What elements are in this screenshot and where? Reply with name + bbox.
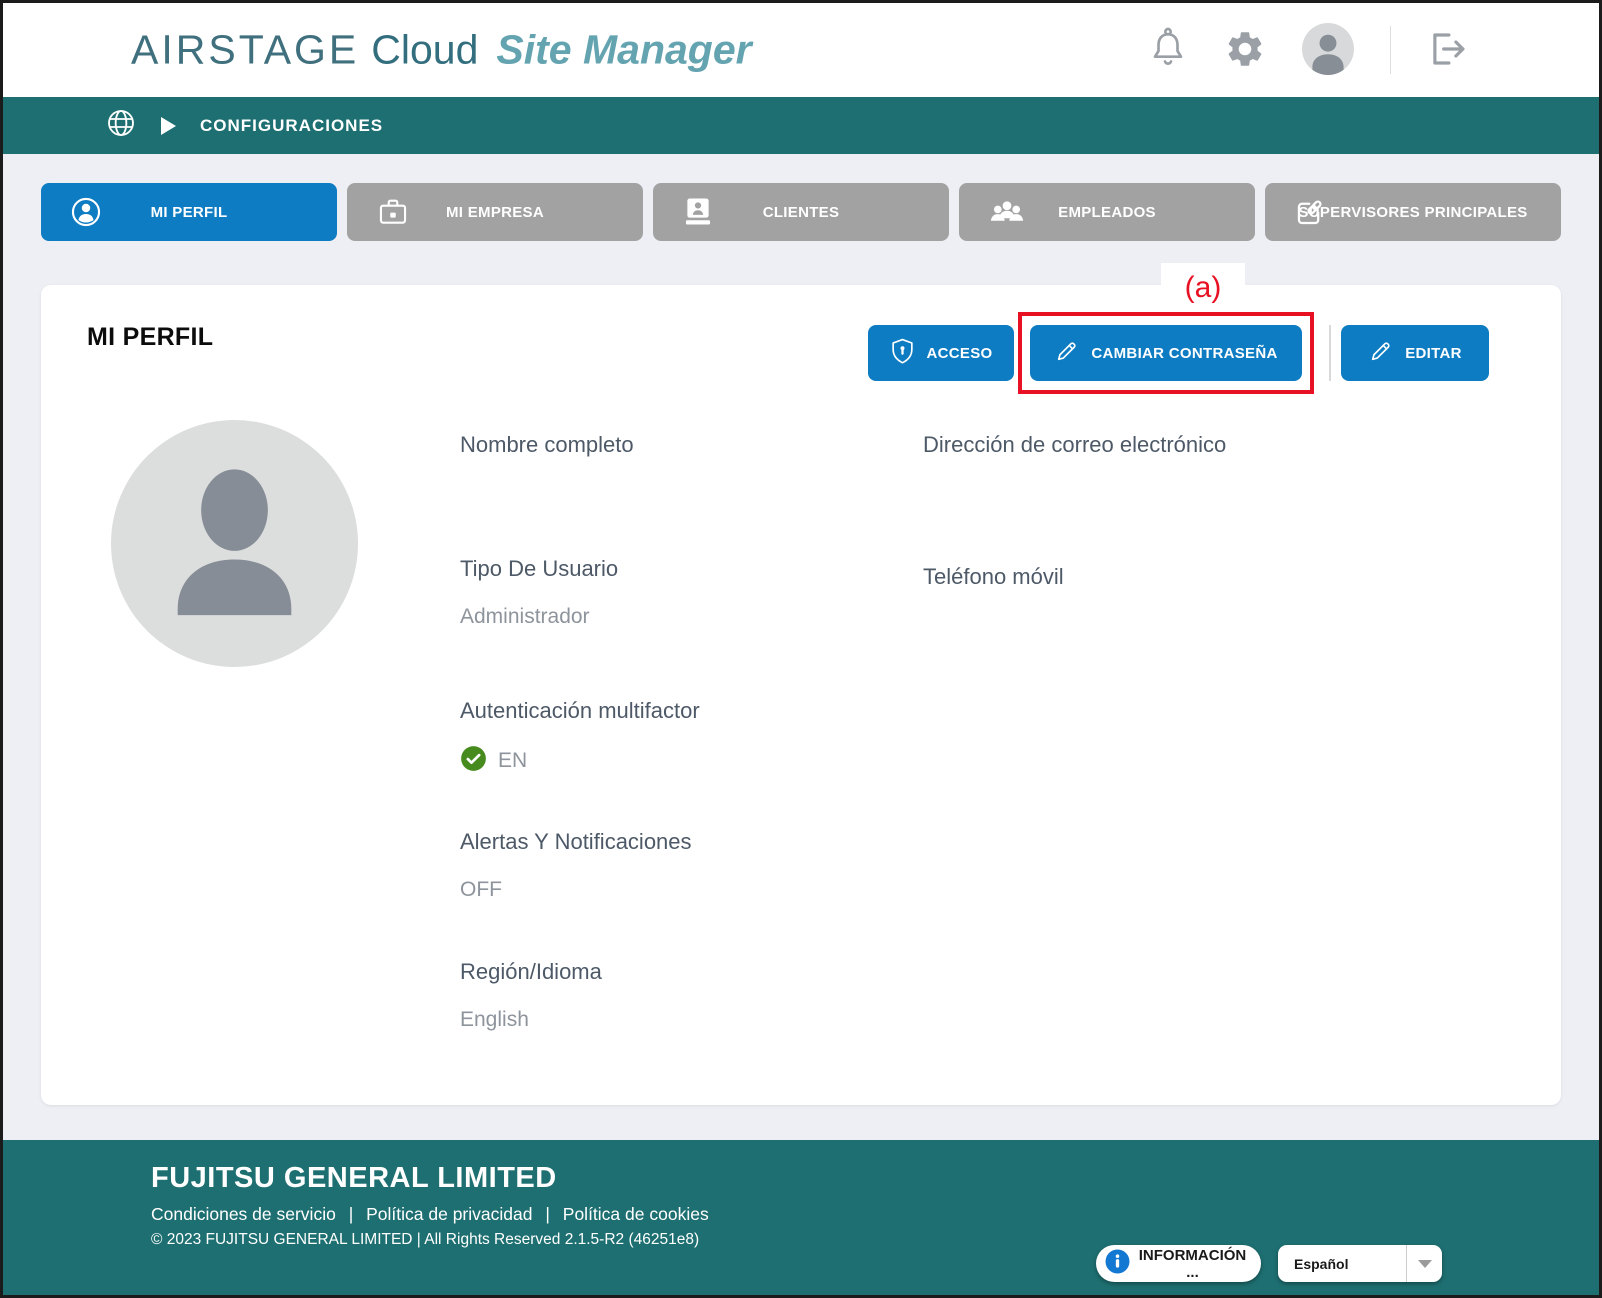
header-icon-group bbox=[1148, 3, 1469, 97]
field-region-idioma: Región/Idioma English bbox=[460, 959, 602, 1032]
tab-empleados[interactable]: EMPLEADOS bbox=[959, 183, 1255, 241]
field-label: Región/Idioma bbox=[460, 959, 602, 985]
field-value: EN bbox=[498, 749, 527, 773]
chevron-down-icon bbox=[1418, 1260, 1432, 1268]
link-politica-de-privacidad[interactable]: Política de privacidad bbox=[366, 1204, 532, 1224]
account-button[interactable] bbox=[1302, 23, 1354, 78]
informacion-button-label: INFORMACIÓN ... bbox=[1138, 1247, 1247, 1281]
logout-icon bbox=[1427, 28, 1469, 73]
tab-mi-empresa[interactable]: MI EMPRESA bbox=[347, 183, 643, 241]
annotation-highlight-box: CAMBIAR CONTRASEÑA bbox=[1018, 312, 1314, 394]
briefcase-icon bbox=[375, 195, 411, 229]
field-tipo-de-usuario: Tipo De Usuario Administrador bbox=[460, 556, 618, 629]
avatar-icon bbox=[1302, 23, 1354, 78]
field-label: Dirección de correo electrónico bbox=[923, 432, 1226, 458]
field-nombre-completo: Nombre completo bbox=[460, 432, 634, 481]
header-divider bbox=[1390, 26, 1391, 74]
field-value: Administrador bbox=[460, 605, 618, 629]
play-triangle-icon bbox=[161, 117, 176, 135]
tab-label: MI PERFIL bbox=[151, 204, 228, 221]
tab-bar: MI PERFIL MI EMPRESA CLIENT bbox=[41, 183, 1561, 241]
field-label: Tipo De Usuario bbox=[460, 556, 618, 582]
logo-cloud-text: Cloud bbox=[371, 27, 478, 74]
tab-mi-perfil[interactable]: MI PERFIL bbox=[41, 183, 337, 241]
pencil-icon bbox=[1368, 339, 1393, 368]
footer-company: FUJITSU GENERAL LIMITED bbox=[151, 1162, 557, 1195]
annotation-a-label: (a) bbox=[1161, 263, 1245, 312]
field-value: English bbox=[460, 1008, 602, 1032]
notifications-button[interactable] bbox=[1148, 27, 1188, 74]
footer-link-separator: | bbox=[349, 1204, 354, 1224]
tab-label: SUPERVISORES PRINCIPALES bbox=[1298, 204, 1527, 221]
footer-links: Condiciones de servicio | Política de pr… bbox=[151, 1204, 709, 1225]
check-circle-icon bbox=[460, 745, 487, 777]
people-icon bbox=[987, 195, 1027, 229]
button-group-divider bbox=[1329, 325, 1331, 381]
tab-clientes[interactable]: CLIENTES bbox=[653, 183, 949, 241]
informacion-button[interactable]: INFORMACIÓN ... bbox=[1096, 1245, 1261, 1282]
field-direccion-correo: Dirección de correo electrónico bbox=[923, 432, 1226, 481]
field-label: Autenticación multifactor bbox=[460, 698, 700, 724]
field-label: Nombre completo bbox=[460, 432, 634, 458]
field-value: OFF bbox=[460, 878, 692, 902]
cambiar-contrasena-button[interactable]: CAMBIAR CONTRASEÑA bbox=[1030, 325, 1302, 381]
field-alertas-notificaciones: Alertas Y Notificaciones OFF bbox=[460, 829, 692, 902]
page-footer: FUJITSU GENERAL LIMITED Condiciones de s… bbox=[3, 1140, 1599, 1295]
footer-copyright: © 2023 FUJITSU GENERAL LIMITED | All Rig… bbox=[151, 1231, 699, 1249]
field-autenticacion-multifactor: Autenticación multifactor EN bbox=[460, 698, 700, 777]
top-header: AIRSTAGE Cloud Site Manager bbox=[3, 3, 1599, 97]
editar-button-label: EDITAR bbox=[1405, 345, 1462, 362]
gear-icon bbox=[1224, 28, 1266, 73]
tab-label: EMPLEADOS bbox=[1058, 204, 1156, 221]
link-politica-de-cookies[interactable]: Política de cookies bbox=[563, 1204, 709, 1224]
info-icon bbox=[1105, 1249, 1130, 1278]
app-window: AIRSTAGE Cloud Site Manager bbox=[0, 0, 1602, 1298]
field-label: Teléfono móvil bbox=[923, 564, 1064, 590]
globe-icon bbox=[105, 107, 137, 144]
acceso-button[interactable]: ACCESO bbox=[868, 325, 1014, 381]
logout-button[interactable] bbox=[1427, 28, 1469, 73]
bell-icon bbox=[1148, 27, 1188, 74]
field-label: Alertas Y Notificaciones bbox=[460, 829, 692, 855]
shield-icon bbox=[890, 338, 915, 369]
link-condiciones-de-servicio[interactable]: Condiciones de servicio bbox=[151, 1204, 336, 1224]
acceso-button-label: ACCESO bbox=[927, 345, 993, 362]
breadcrumb: CONFIGURACIONES bbox=[200, 116, 383, 136]
profile-avatar bbox=[111, 420, 358, 667]
link-square-icon bbox=[1293, 195, 1327, 229]
footer-link-separator: | bbox=[545, 1204, 550, 1224]
person-circle-icon bbox=[69, 195, 103, 229]
profile-card: MI PERFIL ACCESO CAMBIAR CONTRA bbox=[41, 285, 1561, 1105]
cambiar-contrasena-button-label: CAMBIAR CONTRASEÑA bbox=[1091, 345, 1277, 362]
pencil-icon bbox=[1054, 339, 1079, 368]
tab-label: CLIENTES bbox=[763, 204, 840, 221]
language-select-value: Español bbox=[1278, 1256, 1406, 1272]
id-badge-icon bbox=[681, 194, 715, 230]
logo-product-text: Site Manager bbox=[496, 27, 751, 74]
language-select-chevron-area bbox=[1406, 1245, 1442, 1282]
field-telefono-movil: Teléfono móvil bbox=[923, 564, 1064, 613]
language-select[interactable]: Español bbox=[1278, 1245, 1442, 1282]
airstage-logo: AIRSTAGE Cloud Site Manager bbox=[131, 27, 752, 74]
tab-supervisores-principales[interactable]: SUPERVISORES PRINCIPALES bbox=[1265, 183, 1561, 241]
editar-button[interactable]: EDITAR bbox=[1341, 325, 1489, 381]
settings-button[interactable] bbox=[1224, 28, 1266, 73]
page-title: MI PERFIL bbox=[87, 323, 213, 352]
tab-label: MI EMPRESA bbox=[446, 204, 544, 221]
breadcrumb-bar: CONFIGURACIONES bbox=[3, 97, 1599, 154]
logo-airstage-text: AIRSTAGE bbox=[131, 27, 359, 74]
